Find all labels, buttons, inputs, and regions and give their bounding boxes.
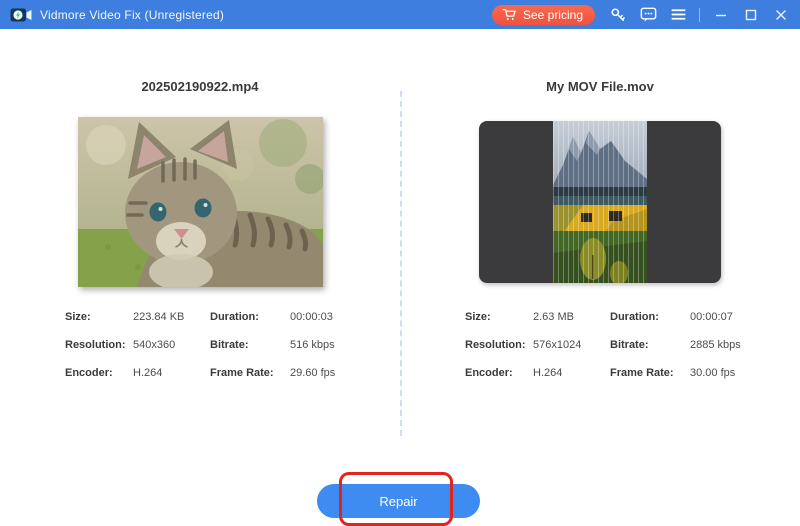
meta-label: Size: [65,311,133,323]
sample-meta-table: Size: 2.63 MB Duration: 00:00:07 Resolut… [465,311,755,379]
register-key-icon[interactable] [605,4,631,26]
titlebar-separator [699,8,700,22]
meta-value: 540x360 [133,339,210,351]
source-thumb-row [0,117,400,287]
menu-icon[interactable] [665,4,691,26]
meta-label: Bitrate: [210,339,290,351]
source-meta-table: Size: 223.84 KB Duration: 00:00:03 Resol… [65,311,355,379]
meta-label: Duration: [610,311,690,323]
repair-button[interactable]: Repair [317,484,480,518]
source-video-preview [78,117,323,287]
meta-value: 30.00 fps [690,367,755,379]
meta-label: Bitrate: [610,339,690,351]
meta-label: Resolution: [465,339,533,351]
feedback-chat-icon[interactable] [635,4,661,26]
app-camcorder-icon [10,7,32,23]
meta-label: Resolution: [65,339,133,351]
meta-label: Frame Rate: [210,367,290,379]
title-bar: Vidmore Video Fix (Unregistered) See pri… [0,0,800,29]
meta-value: 2885 kbps [690,339,755,351]
meta-label: Frame Rate: [610,367,690,379]
panel-sample-video: My MOV File.mov [400,29,800,379]
sample-file-name: My MOV File.mov [400,79,800,94]
meta-label: Size: [465,311,533,323]
meta-value: 00:00:03 [290,311,355,323]
portrait-video-frame [553,121,647,283]
meta-label: Encoder: [65,367,133,379]
corruption-stripes-overlay [553,121,647,283]
main-content: 202502190922.mp4 [0,29,800,508]
meta-label: Duration: [210,311,290,323]
panel-divider [400,91,402,436]
app-window: Vidmore Video Fix (Unregistered) See pri… [0,0,800,508]
meta-value: H.264 [533,367,610,379]
minimize-button[interactable] [706,3,736,27]
meta-label: Encoder: [465,367,533,379]
window-title: Vidmore Video Fix (Unregistered) [40,8,224,22]
meta-value: 29.60 fps [290,367,355,379]
sample-thumb-row [400,117,800,287]
meta-value: 00:00:07 [690,311,755,323]
panel-source-video: 202502190922.mp4 [0,29,400,379]
close-button[interactable] [766,3,796,27]
see-pricing-button[interactable]: See pricing [492,5,595,25]
meta-value: 223.84 KB [133,311,210,323]
meta-value: 576x1024 [533,339,610,351]
maximize-button[interactable] [736,3,766,27]
cart-icon [502,8,517,21]
source-file-name: 202502190922.mp4 [0,79,400,94]
meta-value: H.264 [133,367,210,379]
meta-value: 516 kbps [290,339,355,351]
meta-value: 2.63 MB [533,311,610,323]
sample-video-preview [479,121,721,283]
see-pricing-label: See pricing [523,8,583,22]
